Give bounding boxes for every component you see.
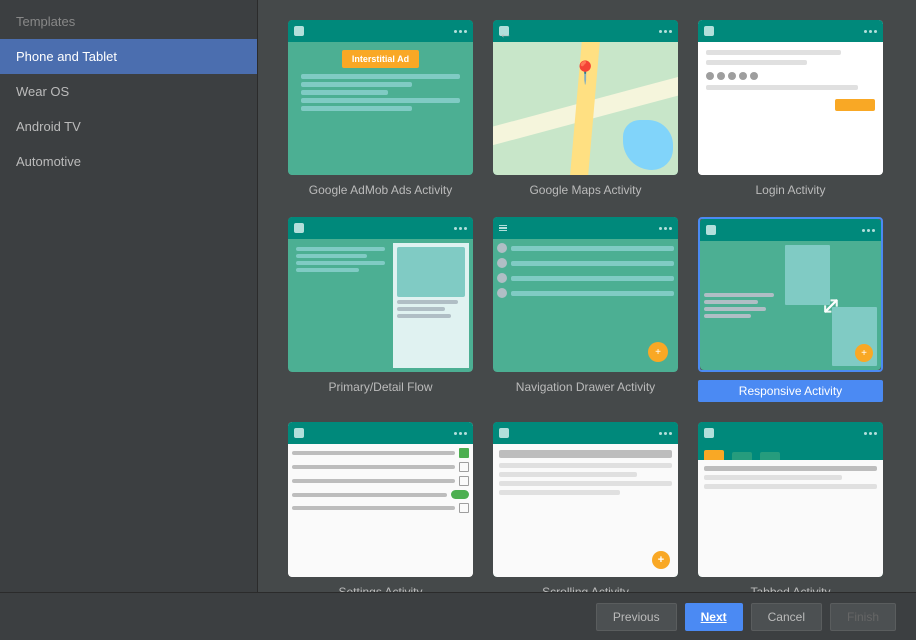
- scrolling-body: +: [493, 444, 678, 577]
- admob-topbar-home: [294, 26, 304, 36]
- sidebar-header: Templates: [0, 0, 257, 39]
- template-admob[interactable]: Interstitial Ad Google AdMob Ads Activit…: [288, 20, 473, 197]
- bottom-bar: Previous Next Cancel Finish: [0, 592, 916, 640]
- tabbed-body: [698, 460, 883, 577]
- tabbed-topbar: [698, 422, 883, 444]
- admob-ad-banner: Interstitial Ad: [342, 50, 419, 68]
- admob-lines: [301, 74, 460, 111]
- finish-button[interactable]: Finish: [830, 603, 896, 631]
- scroll-fab: +: [652, 551, 670, 569]
- content-area: Interstitial Ad Google AdMob Ads Activit…: [258, 0, 916, 592]
- template-maps-label: Google Maps Activity: [529, 183, 641, 197]
- template-nav-label: Navigation Drawer Activity: [516, 380, 655, 394]
- diagonal-arrow-icon2: ↗: [821, 291, 841, 320]
- sidebar-item-phone-tablet[interactable]: Phone and Tablet: [0, 39, 257, 74]
- nav-fab: +: [648, 342, 668, 362]
- login-topbar: [698, 20, 883, 42]
- next-button[interactable]: Next: [685, 603, 743, 631]
- template-admob-thumb: Interstitial Ad: [288, 20, 473, 175]
- template-tabbed[interactable]: Tabbed Activity: [698, 422, 883, 592]
- template-responsive-thumb: ↗ ↗ +: [698, 217, 883, 372]
- login-stars: [706, 72, 875, 80]
- settings-topbar: [288, 422, 473, 444]
- responsive-body: ↗ ↗ +: [700, 241, 881, 370]
- template-nav-drawer-thumb: +: [493, 217, 678, 372]
- responsive-topbar: [700, 219, 881, 241]
- template-responsive[interactable]: ↗ ↗ + Responsive Activity: [698, 217, 883, 402]
- admob-body: Interstitial Ad: [288, 42, 473, 175]
- template-maps-thumb: ← 📍: [493, 20, 678, 175]
- maps-topbar-dots: [659, 30, 672, 33]
- template-scrolling-label: Scrolling Activity: [542, 585, 629, 592]
- login-topbar-dots: [864, 30, 877, 33]
- template-primary-detail-thumb: [288, 217, 473, 372]
- sidebar-item-wear-os[interactable]: Wear OS: [0, 74, 257, 109]
- previous-button[interactable]: Previous: [596, 603, 677, 631]
- maps-body: 📍: [493, 42, 678, 175]
- cancel-button[interactable]: Cancel: [751, 603, 822, 631]
- nav-mock: +: [493, 217, 678, 372]
- map-water: [623, 120, 673, 170]
- sidebar-item-android-tv[interactable]: Android TV: [0, 109, 257, 144]
- template-nav-drawer[interactable]: + Navigation Drawer Activity: [493, 217, 678, 402]
- login-btn: [835, 99, 875, 111]
- template-settings-label: Settings Activity: [338, 585, 422, 592]
- template-settings-thumb: [288, 422, 473, 577]
- login-body: [698, 42, 883, 175]
- template-primary-detail[interactable]: Primary/Detail Flow: [288, 217, 473, 402]
- template-primary-label: Primary/Detail Flow: [328, 380, 432, 394]
- admob-mock: Interstitial Ad: [288, 20, 473, 175]
- map-pin: 📍: [572, 60, 599, 86]
- settings-body: [288, 444, 473, 577]
- template-tabbed-label: Tabbed Activity: [750, 585, 830, 592]
- sidebar: Templates Phone and Tablet Wear OS Andro…: [0, 0, 258, 592]
- admob-topbar-dots: [454, 30, 467, 33]
- primary-right: [393, 243, 469, 368]
- primary-mock: [288, 217, 473, 372]
- template-responsive-label: Responsive Activity: [698, 380, 883, 402]
- scrolling-topbar: [493, 422, 678, 444]
- template-settings[interactable]: Settings Activity: [288, 422, 473, 592]
- template-admob-label: Google AdMob Ads Activity: [309, 183, 452, 197]
- template-scrolling[interactable]: + Scrolling Activity: [493, 422, 678, 592]
- primary-left: [292, 243, 389, 368]
- template-tabbed-thumb: [698, 422, 883, 577]
- nav-topbar: [493, 217, 678, 239]
- admob-topbar: [288, 20, 473, 42]
- primary-body: [288, 239, 473, 372]
- template-maps[interactable]: ← 📍 Google Maps Activi: [493, 20, 678, 197]
- responsive-mock: ↗ ↗ +: [700, 219, 881, 370]
- nav-body: +: [493, 239, 678, 372]
- template-login-label: Login Activity: [755, 183, 825, 197]
- login-mock: [698, 20, 883, 175]
- maps-topbar-back: ←: [499, 26, 509, 36]
- responsive-fab: +: [855, 344, 873, 362]
- template-login[interactable]: Login Activity: [698, 20, 883, 197]
- maps-mock: ← 📍: [493, 20, 678, 175]
- sidebar-item-automotive[interactable]: Automotive: [0, 144, 257, 179]
- template-scrolling-thumb: +: [493, 422, 678, 577]
- primary-topbar: [288, 217, 473, 239]
- maps-topbar: ←: [493, 20, 678, 42]
- template-login-thumb: [698, 20, 883, 175]
- main-layout: Templates Phone and Tablet Wear OS Andro…: [0, 0, 916, 592]
- tabbed-tabbar: [698, 444, 883, 460]
- login-topbar-back: [704, 26, 714, 36]
